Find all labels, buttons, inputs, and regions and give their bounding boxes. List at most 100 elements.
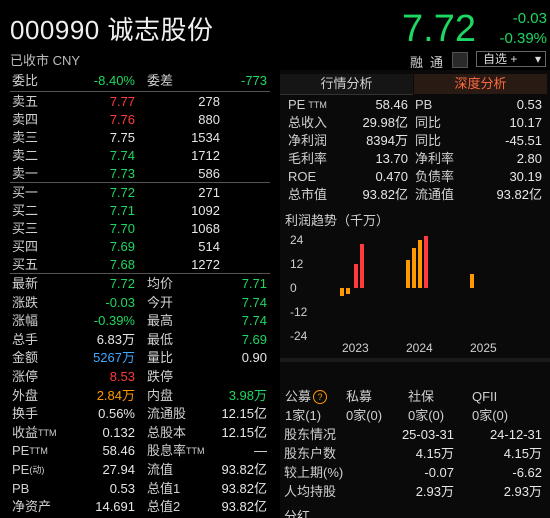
y-tick-label: 24	[290, 233, 304, 247]
stat-label-text: 金额	[12, 350, 39, 366]
price-change-pct: -0.39%	[499, 30, 547, 47]
weicha-value: -773	[240, 73, 267, 88]
shareholder-label: 股东情况	[284, 427, 337, 442]
stat-value-2: —	[254, 443, 267, 459]
bid-label: 买三	[12, 221, 39, 236]
metric-label-2: 负债率	[415, 169, 455, 184]
shareholder-row: 股东户数 4.15万 4.15万	[280, 445, 550, 463]
bid-row: 买三 7.70 1068	[0, 220, 275, 238]
shareholder-label: 人均持股	[284, 484, 337, 499]
profit-bar	[354, 264, 358, 288]
bid-volume: 271	[198, 185, 220, 200]
shareholder-value-b: 2.93万	[503, 484, 542, 499]
stat-label: 涨幅	[12, 312, 38, 330]
metric-label: 总收入	[288, 114, 327, 132]
stock-code-name: 000990 诚志股份	[10, 15, 214, 45]
bell-icon[interactable]	[452, 52, 468, 68]
bid-row: 买二 7.71 1092	[0, 202, 275, 220]
metric-row: 总市值 93.82亿 流通值 93.82亿	[280, 186, 550, 204]
stat-row: 换手 0.56% 流通股 12.15亿	[0, 405, 275, 423]
tong-button[interactable]: 通	[430, 52, 443, 71]
metric-label: 总市值	[288, 186, 327, 204]
metric-label-2: 流通值	[415, 187, 455, 202]
stat-value: 14.691	[95, 499, 135, 515]
metric-value-2: 2.80	[516, 151, 542, 166]
weibi-row: 委比 -8.40% 委差 -773	[0, 72, 275, 90]
metric-label-text: 毛利率	[288, 151, 328, 166]
ask-label: 卖二	[12, 148, 39, 163]
stat-label-text: 涨停	[12, 369, 39, 384]
stat-label-text: 总手	[12, 331, 39, 347]
stat-label-text: PB	[12, 480, 30, 496]
stat-label-2-text: 最高	[147, 313, 174, 329]
stat-label: PB	[12, 480, 29, 498]
shareholder-value-b: 24-12-31	[489, 427, 542, 442]
stat-value: 2.84万	[96, 387, 135, 403]
metric-label-2: 净利率	[415, 151, 455, 166]
stat-value: -0.03	[105, 294, 135, 310]
stat-value: 0.53	[109, 480, 135, 496]
stat-value: 0.56%	[98, 406, 135, 422]
bid-row: 买一 7.72 271	[0, 184, 275, 202]
stat-label-2: 均价	[147, 275, 173, 293]
stat-label-text: 换手	[12, 406, 39, 422]
ask-volume: 586	[198, 166, 220, 181]
metric-label-text: 净利润	[288, 133, 328, 148]
holder-count: 0家(0)	[408, 408, 445, 423]
tab-deep-analysis[interactable]: 深度分析	[414, 74, 547, 94]
stat-label: 外盘	[12, 387, 38, 405]
ask-row: 卖二 7.74 1712	[0, 147, 275, 165]
stat-label-2-text: 量比	[147, 350, 174, 366]
stat-row: 金额 5267万 量比 0.90	[0, 349, 275, 367]
chevron-down-icon[interactable]: ▾	[535, 52, 541, 66]
add-watchlist-button[interactable]: 自选 + ▾	[476, 51, 546, 67]
rong-button[interactable]: 融	[410, 52, 423, 71]
stock-header: 000990 诚志股份 已收市 CNY 7.72 -0.03 -0.39% 融 …	[0, 0, 550, 70]
holder-count-row: 1家(1) 0家(0) 0家(0) 0家(0)	[280, 407, 550, 425]
stat-label: 总手	[12, 331, 38, 349]
metric-label-2: 同比	[415, 115, 442, 130]
dividend-section-label: 分红	[284, 509, 311, 518]
bid-row: 买五 7.68 1272	[0, 256, 275, 274]
ask-price: 7.76	[109, 112, 135, 127]
metric-value: 93.82亿	[362, 187, 408, 202]
ask-row: 卖一 7.73 586	[0, 165, 275, 183]
divider	[10, 182, 270, 183]
stat-row: PETTM 58.46 股息率TTM —	[0, 442, 275, 460]
stat-label-2: 跌停	[147, 368, 173, 386]
metric-label-2: 同比	[415, 133, 442, 148]
stat-label-2: 流值	[147, 461, 173, 479]
profit-trend-chart: 24 12 0 -12 -24 2023 2024 2025	[290, 233, 497, 355]
stat-label-text: 外盘	[12, 387, 39, 403]
tab-market-analysis[interactable]: 行情分析	[280, 74, 413, 95]
bid-price: 7.70	[109, 221, 135, 236]
y-tick-label: -12	[290, 305, 308, 319]
analysis-panel: 行情分析 深度分析 PE TTM 58.46 PB 0.53 总收入 29.98亿 同比 10.…	[280, 70, 550, 518]
help-icon[interactable]: ?	[313, 390, 327, 404]
ask-volume: 880	[198, 112, 220, 127]
stat-label: 净资产	[12, 498, 51, 516]
profit-bar	[470, 274, 474, 288]
bid-volume: 1272	[191, 257, 220, 272]
metric-label-text: ROE	[288, 169, 317, 184]
stat-label-2-text: 总值2	[147, 499, 181, 515]
stat-label: 涨停	[12, 368, 38, 386]
stat-value: 7.72	[109, 276, 135, 291]
stat-value: 0.132	[102, 424, 135, 440]
stat-row: 涨停 8.53 跌停	[0, 368, 275, 386]
shareholder-value-b: 4.15万	[503, 446, 542, 461]
stat-label-2: 最低	[147, 331, 173, 349]
chart-title: 利润趋势（千万）	[285, 213, 390, 228]
stat-label-text: 涨幅	[12, 313, 39, 329]
stat-value-2: 93.82亿	[221, 480, 267, 496]
metric-label: PE TTM	[288, 96, 327, 114]
divider	[280, 358, 550, 362]
stat-label-2-text: 最低	[147, 331, 174, 347]
holder-count: 0家(0)	[472, 408, 509, 423]
divider	[10, 273, 270, 274]
ask-price: 7.75	[109, 130, 135, 145]
ask-price: 7.73	[109, 166, 135, 181]
stat-label-2-text: 今开	[147, 294, 174, 310]
watchlist-label: 自选 +	[483, 52, 518, 66]
stat-label-2: 总股本	[147, 424, 186, 442]
